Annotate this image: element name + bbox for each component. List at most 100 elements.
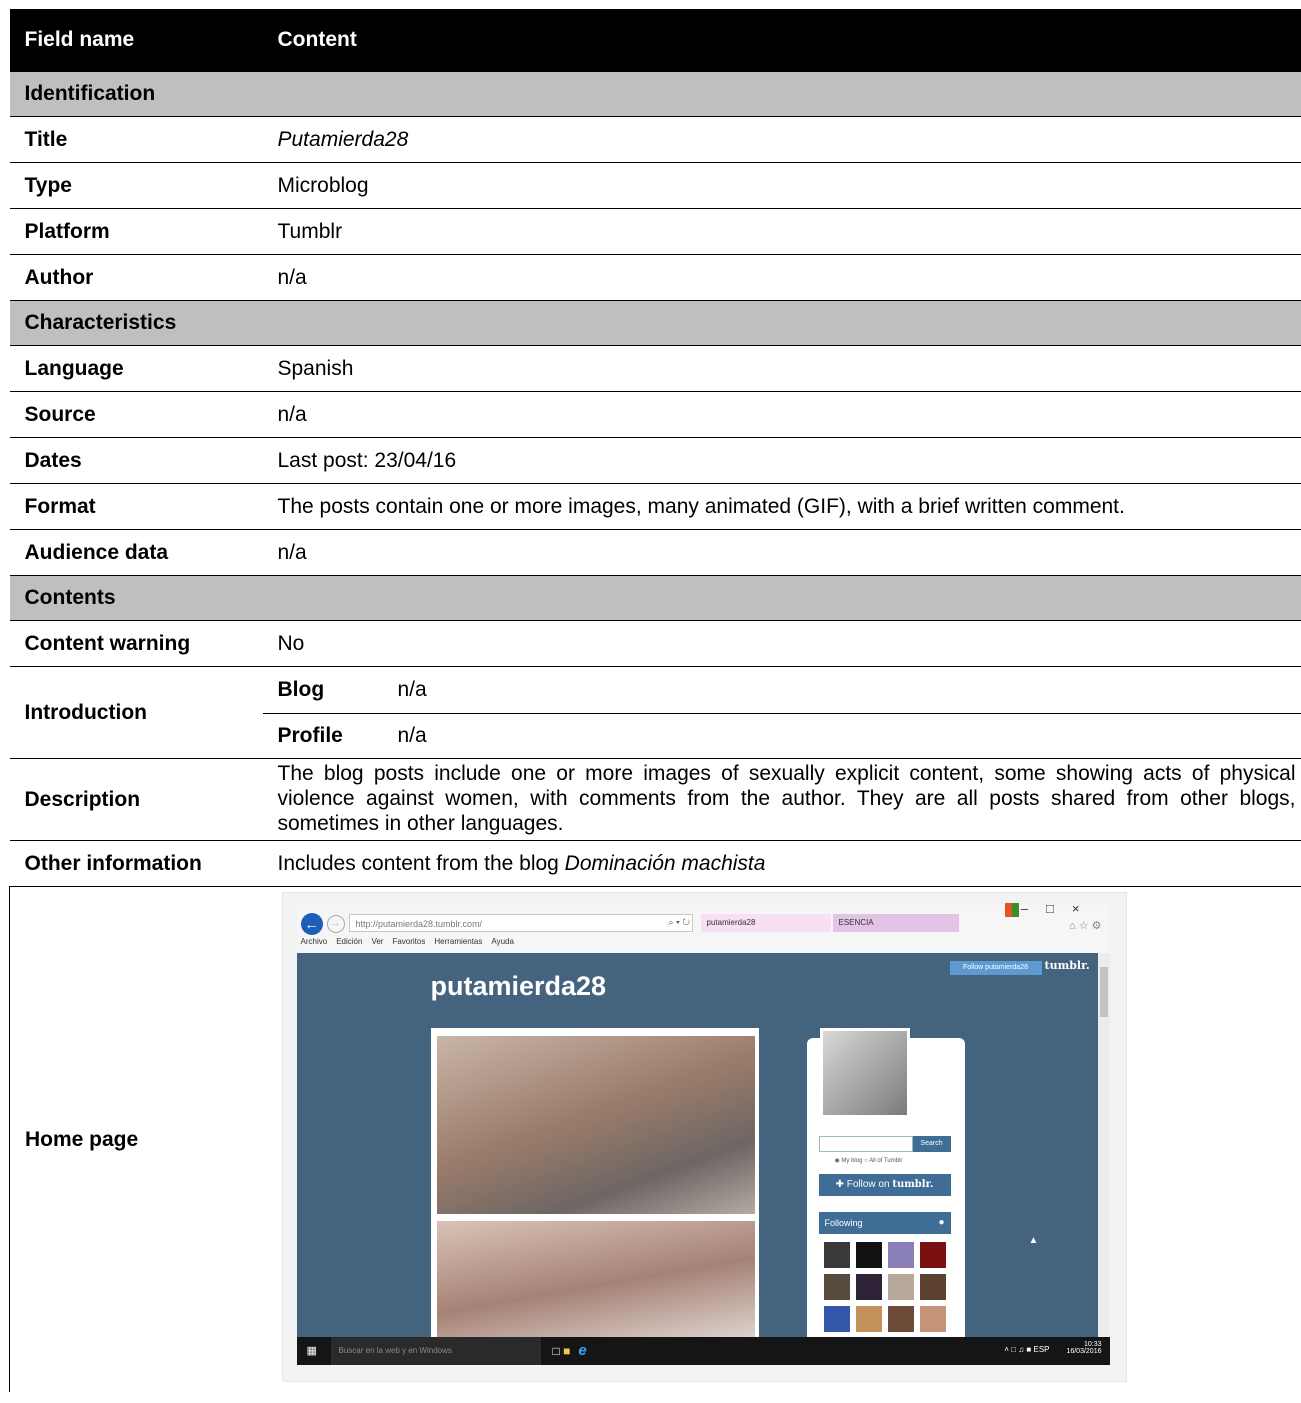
following-thumb[interactable] [919, 1242, 946, 1268]
blog-post [430, 1028, 759, 1337]
introduction-profile-value: n/a [397, 723, 427, 747]
other-prefix: Includes content from the blog [277, 851, 565, 875]
taskbar-search[interactable]: Buscar en la web y en Windows [330, 1337, 541, 1365]
header-field-name: Field name [9, 9, 263, 72]
field-title-label: Title [9, 116, 263, 163]
search-scope-radios[interactable]: ◉ My blog ○ All of Tumblr [835, 1157, 903, 1164]
field-dates-label: Dates [9, 437, 263, 484]
table-row: Format The posts contain one or more ima… [9, 483, 1301, 530]
menu-item[interactable]: Ver [371, 937, 383, 946]
internet-explorer-icon[interactable]: e [578, 1342, 586, 1359]
tray-date: 16/03/2016 [1066, 1348, 1102, 1355]
field-audience-label: Audience data [9, 529, 263, 576]
task-view-icon[interactable]: □ [553, 1344, 560, 1358]
follow-blog-button[interactable]: Follow putamierda28 [949, 961, 1042, 975]
following-header: Following ● [818, 1212, 951, 1234]
field-audience-value: n/a [262, 529, 1301, 576]
search-button[interactable]: Search [912, 1136, 951, 1152]
search-input[interactable] [818, 1136, 913, 1152]
field-source-value: n/a [262, 391, 1301, 438]
table-row: Audience data n/a [9, 529, 1301, 576]
following-thumb[interactable] [887, 1242, 914, 1268]
tumblr-logo[interactable]: tumblr. [1045, 959, 1090, 972]
tray-clock[interactable]: 10:33 16/03/2016 [1066, 1341, 1101, 1355]
folder-icon[interactable]: ■ [563, 1344, 570, 1358]
radio-all-tumblr[interactable]: All of Tumblr [869, 1158, 902, 1164]
section-characteristics: Characteristics [9, 300, 1301, 346]
field-platform-label: Platform [9, 208, 263, 255]
field-format-value: The posts contain one or more images, ma… [262, 483, 1301, 530]
follow-on-tumblr-button[interactable]: ✚ Follow on tumblr. [818, 1174, 951, 1196]
field-description-value: The blog posts include one or more image… [262, 758, 1301, 841]
metadata-table: Field name Content Identification Title … [9, 9, 1301, 1392]
scrollbar[interactable] [1097, 953, 1110, 1337]
browser-tab-1[interactable]: putamierda28 [700, 914, 831, 932]
tray-lang[interactable]: ESP [1033, 1345, 1049, 1354]
field-home-value: ← → http://putamierda28.tumblr.com/ ⌕ ▾ … [263, 887, 1301, 1393]
tray-icons[interactable]: ˄ □ ♫ ■ ESP [1004, 1345, 1049, 1354]
table-row: Description The blog posts include one o… [9, 758, 1301, 841]
window-controls[interactable]: –□× [1021, 901, 1098, 916]
menu-item[interactable]: Ayuda [491, 937, 514, 946]
menu-item[interactable]: Herramientas [434, 937, 482, 946]
field-type-label: Type [9, 162, 263, 209]
introduction-blog-label: Blog [277, 678, 325, 701]
table-row: Home page ← → http://putamierda28.tumblr… [9, 886, 1301, 1393]
section-label: Characteristics [9, 300, 1301, 346]
following-thumb[interactable] [855, 1242, 882, 1268]
blog-title[interactable]: putamierda28 [431, 971, 607, 1002]
radio-my-blog[interactable]: My blog [841, 1158, 862, 1164]
table-row: Author n/a [9, 254, 1301, 301]
field-type-value: Microblog [262, 162, 1301, 209]
menu-item[interactable]: Edición [336, 937, 362, 946]
following-thumb[interactable] [823, 1242, 850, 1268]
following-thumb[interactable] [855, 1274, 882, 1300]
table-row: Language Spanish [9, 345, 1301, 392]
follow-tumblr-label: tumblr. [892, 1179, 934, 1190]
user-icon: ● [938, 1217, 945, 1228]
following-label: Following [824, 1218, 863, 1228]
table-row: Title Putamierda28 [9, 116, 1301, 163]
address-tools-icon[interactable]: ⌕ ▾ ↻ [669, 917, 690, 928]
back-icon[interactable]: ← [300, 913, 323, 935]
table-row: Type Microblog [9, 162, 1301, 209]
following-thumb[interactable] [887, 1274, 914, 1300]
following-thumb[interactable] [855, 1306, 882, 1332]
table-row: Source n/a [9, 391, 1301, 438]
following-thumb[interactable] [919, 1306, 946, 1332]
forward-icon[interactable]: → [326, 915, 345, 933]
windows-taskbar: ▦ Buscar en la web y en Windows □ ■ e ˄ □… [296, 1337, 1110, 1365]
address-bar[interactable]: http://putamierda28.tumblr.com/ [348, 914, 693, 932]
field-description-label: Description [9, 758, 263, 841]
introduction-blog-row: Blog n/a [263, 668, 1301, 713]
header-content: Content [262, 9, 1301, 72]
windows-logo-icon [1004, 903, 1019, 917]
introduction-profile-row: Profile n/a [262, 712, 1301, 758]
table-header: Field name Content [9, 9, 1301, 72]
scroll-thumb[interactable] [1099, 967, 1108, 1017]
home-page-screenshot: ← → http://putamierda28.tumblr.com/ ⌕ ▾ … [281, 892, 1127, 1382]
following-thumb[interactable] [823, 1274, 850, 1300]
following-thumb[interactable] [887, 1306, 914, 1332]
field-platform-value: Tumblr [262, 208, 1301, 255]
section-identification: Identification [9, 71, 1301, 117]
start-icon[interactable]: ▦ [307, 1344, 317, 1357]
menu-item[interactable]: Archivo [301, 937, 328, 946]
table-row: Platform Tumblr [9, 208, 1301, 255]
browser-tab-2[interactable]: ESENCIA [832, 914, 959, 932]
avatar[interactable] [819, 1028, 910, 1118]
section-label: Contents [9, 575, 1301, 621]
post-image[interactable] [436, 1221, 755, 1337]
menu-item[interactable]: Favoritos [392, 937, 425, 946]
following-thumb[interactable] [823, 1306, 850, 1332]
post-image[interactable] [436, 1036, 755, 1214]
taskbar-apps: □ ■ e [553, 1342, 587, 1359]
home-star-gear-icon[interactable]: ⌂ ☆ ⚙ [1069, 919, 1101, 932]
field-author-label: Author [9, 254, 263, 301]
field-other-value: Includes content from the blog Dominació… [262, 840, 1301, 887]
table-row: Introduction Blog n/a Profile n/a [9, 666, 1301, 759]
following-thumb[interactable] [919, 1274, 946, 1300]
browser-chrome: ← → http://putamierda28.tumblr.com/ ⌕ ▾ … [296, 901, 1108, 953]
blog-sidebar: Search ◉ My blog ○ All of Tumblr ✚ Follo… [806, 1028, 965, 1337]
field-source-label: Source [9, 391, 263, 438]
